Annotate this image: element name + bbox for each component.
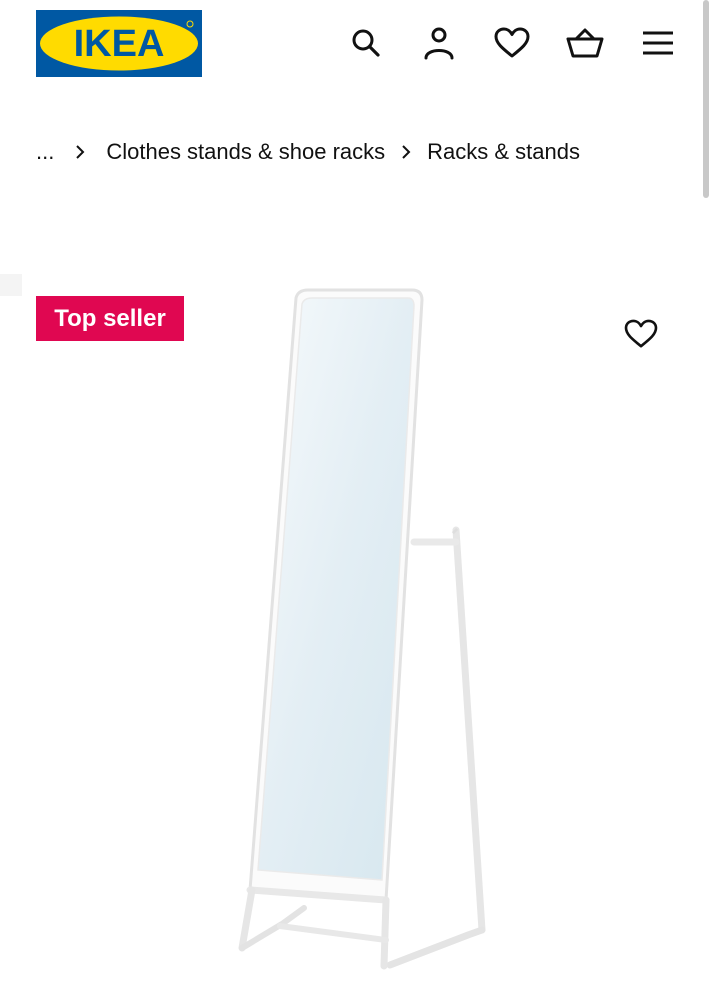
image-gallery-edge bbox=[0, 274, 22, 296]
site-header: IKEA bbox=[0, 0, 714, 90]
account-icon bbox=[424, 27, 454, 60]
ikea-logo[interactable]: IKEA bbox=[36, 10, 202, 77]
add-to-favourites-button[interactable] bbox=[619, 312, 663, 356]
cart-icon bbox=[566, 28, 604, 58]
account-button[interactable] bbox=[418, 22, 460, 64]
search-icon bbox=[352, 29, 380, 57]
ikea-logo-mark: IKEA bbox=[36, 10, 202, 77]
favourites-button[interactable] bbox=[491, 22, 533, 64]
breadcrumb: ... Clothes stands & shoe racks Racks & … bbox=[36, 134, 580, 170]
search-button[interactable] bbox=[345, 22, 387, 64]
breadcrumb-ellipsis[interactable]: ... bbox=[36, 139, 54, 165]
cart-button[interactable] bbox=[564, 22, 606, 64]
menu-button[interactable] bbox=[637, 22, 679, 64]
menu-icon bbox=[643, 31, 673, 55]
product-image[interactable] bbox=[200, 280, 520, 980]
heart-icon bbox=[494, 27, 530, 58]
page-scrollbar[interactable] bbox=[703, 0, 709, 198]
breadcrumb-item-racks-stands[interactable]: Racks & stands bbox=[427, 139, 580, 165]
breadcrumb-item-clothes-stands[interactable]: Clothes stands & shoe racks bbox=[106, 139, 385, 165]
chevron-right-icon bbox=[385, 144, 427, 160]
chevron-right-icon bbox=[54, 144, 106, 160]
top-seller-badge: Top seller bbox=[36, 296, 184, 341]
standing-mirror-image bbox=[238, 288, 486, 970]
heart-outline-icon bbox=[624, 319, 658, 348]
svg-text:IKEA: IKEA bbox=[74, 23, 165, 65]
